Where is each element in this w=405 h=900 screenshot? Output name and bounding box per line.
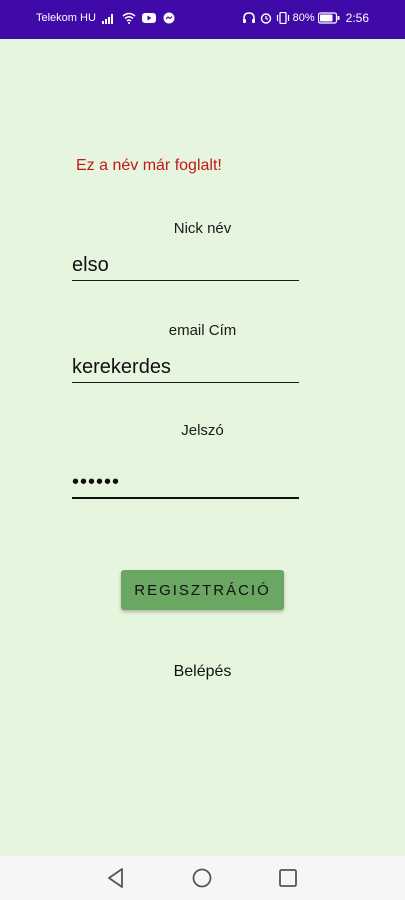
login-link[interactable]: Belépés bbox=[0, 663, 405, 681]
battery-percent: 80% bbox=[292, 12, 315, 24]
registration-screen: Ez a név már foglalt! Nick név email Cím… bbox=[0, 39, 405, 856]
signal-icon bbox=[101, 14, 113, 24]
status-bar: Telekom HU 80% 2:56 bbox=[0, 0, 405, 39]
error-message: Ez a név már foglalt! bbox=[76, 157, 222, 174]
wifi-icon bbox=[122, 12, 136, 24]
email-input[interactable] bbox=[72, 352, 299, 383]
recent-apps-icon[interactable] bbox=[276, 866, 300, 890]
clock: 2:56 bbox=[345, 11, 369, 25]
messenger-icon bbox=[163, 12, 175, 24]
back-icon[interactable] bbox=[104, 866, 128, 890]
password-input[interactable] bbox=[72, 467, 299, 499]
alarm-icon bbox=[260, 13, 271, 24]
status-left: Telekom HU bbox=[36, 12, 176, 24]
carrier-name: Telekom HU bbox=[36, 12, 96, 24]
home-icon[interactable] bbox=[190, 866, 214, 890]
youtube-icon bbox=[141, 13, 156, 23]
vibrate-icon bbox=[276, 12, 289, 24]
email-label: email Cím bbox=[168, 322, 237, 339]
navigation-bar bbox=[0, 856, 405, 900]
register-button[interactable]: REGISZTRÁCIÓ bbox=[121, 570, 284, 610]
status-right: 80% 2:56 bbox=[242, 11, 369, 25]
nick-label: Nick név bbox=[173, 220, 232, 237]
password-label: Jelszó bbox=[181, 422, 224, 439]
battery-icon bbox=[317, 12, 340, 24]
headset-icon bbox=[242, 12, 255, 23]
nick-input[interactable] bbox=[72, 250, 299, 281]
